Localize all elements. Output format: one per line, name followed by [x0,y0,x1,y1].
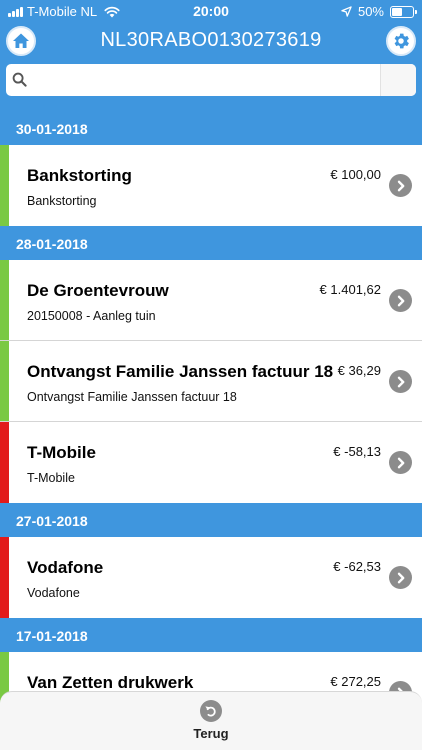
transaction-title: T-Mobile [27,443,96,462]
status-bar: T-Mobile NL 20:00 50% [0,0,422,22]
back-label: Terug [193,726,229,741]
transaction-description: T-Mobile [27,471,75,485]
gear-icon [394,33,409,49]
chevron-right-icon[interactable] [389,566,412,589]
chevron-right-icon[interactable] [389,451,412,474]
transaction-description: Vodafone [27,586,80,600]
transaction-amount: € 36,29 [337,363,381,378]
chevron-right-icon[interactable] [389,289,412,312]
battery-percentage: 50% [357,4,384,19]
date-header: 27-01-2018 [0,503,422,537]
transaction-row[interactable]: Bankstorting Bankstorting € 100,00 [0,145,422,226]
page-title: NL30RABO0130273619 [100,29,322,51]
bottom-bar: Terug [0,691,422,750]
transaction-title: Van Zetten drukwerk [27,673,194,692]
search-input[interactable] [32,66,382,94]
transaction-amount: € 100,00 [330,167,381,182]
transaction-row[interactable]: T-Mobile T-Mobile € -58,13 [0,422,422,503]
transaction-type-bar [0,145,9,226]
search-icon [12,72,27,87]
home-icon [13,33,29,48]
search-clear-button[interactable] [380,64,416,96]
date-header: 30-01-2018 [0,111,422,145]
transaction-amount: € 272,25 [330,674,381,689]
battery-icon [390,5,417,18]
transaction-description: Bankstorting [27,194,97,208]
transaction-amount: € 1.401,62 [319,282,381,297]
transaction-list: 30-01-2018 Bankstorting Bankstorting € 1… [0,111,422,733]
transaction-description: Ontvangst Familie Janssen factuur 18 [27,390,237,404]
search-bar [6,64,416,96]
transaction-row[interactable]: Vodafone Vodafone € -62,53 [0,537,422,618]
header: NL30RABO0130273619 [0,22,422,62]
chevron-right-icon[interactable] [389,370,412,393]
transaction-title: Ontvangst Familie Janssen factuur 18 [27,362,334,381]
location-arrow-icon [341,6,352,17]
undo-icon [200,700,222,722]
transaction-amount: € -62,53 [333,559,381,574]
transaction-title: De Groentevrouw [27,281,169,300]
transaction-row[interactable]: Ontvangst Familie Janssen factuur 18 Ont… [0,341,422,422]
date-header: 28-01-2018 [0,226,422,260]
transaction-type-bar [0,260,9,340]
transaction-description: 20150008 - Aanleg tuin [27,309,156,323]
transaction-row[interactable]: De Groentevrouw 20150008 - Aanleg tuin €… [0,260,422,341]
back-button[interactable]: Terug [0,700,422,741]
transaction-title: Vodafone [27,558,104,577]
battery-fill [392,7,402,16]
home-button[interactable] [6,26,36,56]
transaction-type-bar [0,422,9,503]
transaction-amount: € -58,13 [333,444,381,459]
date-header: 17-01-2018 [0,618,422,652]
status-right: 50% [341,4,417,19]
transaction-type-bar [0,537,9,618]
chevron-right-icon[interactable] [389,174,412,197]
settings-button[interactable] [386,26,416,56]
transaction-title: Bankstorting [27,166,132,185]
transaction-type-bar [0,341,9,421]
